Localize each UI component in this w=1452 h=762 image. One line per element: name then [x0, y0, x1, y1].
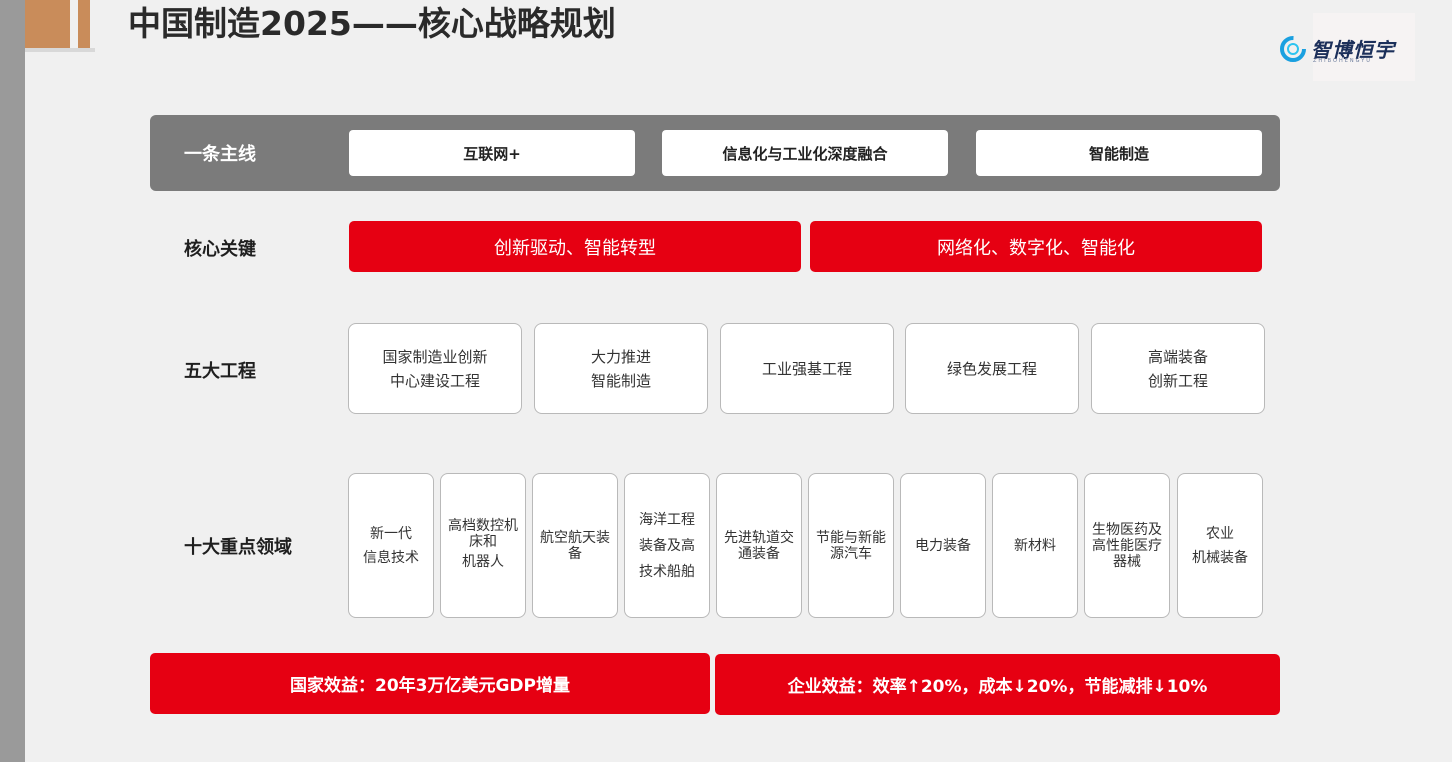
field-box: 海洋工程 装备及高 技术船舶 [624, 473, 710, 618]
field-line: 备 [568, 545, 582, 562]
field-line: 海洋工程 [639, 511, 695, 528]
field-line: 技术船舶 [639, 563, 695, 580]
field-box: 节能与新能 源汽车 [808, 473, 894, 618]
project-line: 国家制造业创新 [382, 347, 488, 366]
project-line: 绿色发展工程 [946, 359, 1037, 378]
field-line: 通装备 [738, 545, 780, 562]
field-line: 生物医药及 [1092, 521, 1162, 538]
field-line: 高性能医疗 [1092, 537, 1162, 554]
logo-subtitle: ZHIBOHENGYU [1313, 58, 1372, 64]
left-side-bar [0, 0, 25, 762]
field-box: 高档数控机 床和 机器人 [440, 473, 526, 618]
field-box: 新材料 [992, 473, 1078, 618]
project-line: 高端装备 [1147, 347, 1208, 366]
mainline-item-integration: 信息化与工业化深度融合 [662, 130, 948, 176]
project-box: 高端装备 创新工程 [1091, 323, 1265, 414]
project-line: 智能制造 [590, 371, 651, 390]
corner-decoration [25, 0, 70, 48]
project-line: 工业强基工程 [761, 359, 852, 378]
core-keys-label: 核心关键 [184, 239, 256, 260]
field-line: 床和 [469, 533, 497, 550]
project-line: 中心建设工程 [389, 371, 480, 390]
project-line: 创新工程 [1147, 371, 1208, 390]
core-key-digitalization: 网络化、数字化、智能化 [810, 221, 1262, 272]
project-box: 大力推进 智能制造 [534, 323, 708, 414]
field-line: 机器人 [462, 553, 504, 570]
field-line: 节能与新能 [816, 529, 886, 546]
corner-decoration-stripe [78, 0, 90, 48]
field-box: 生物医药及 高性能医疗 器械 [1084, 473, 1170, 618]
project-box: 国家制造业创新 中心建设工程 [348, 323, 522, 414]
national-benefit-banner: 国家效益：20年3万亿美元GDP增量 [150, 653, 710, 714]
enterprise-benefit-banner: 企业效益：效率↑20%，成本↓20%，节能减排↓10% [715, 654, 1280, 715]
field-line: 信息技术 [363, 549, 419, 566]
field-line: 新一代 [370, 525, 412, 542]
project-box: 工业强基工程 [720, 323, 894, 414]
mainline-item-internet-plus: 互联网+ [349, 130, 635, 176]
field-box: 电力装备 [900, 473, 986, 618]
field-line: 新材料 [1014, 537, 1056, 554]
page-title: 中国制造2025——核心战略规划 [128, 4, 616, 43]
five-projects-label: 五大工程 [184, 361, 256, 382]
field-line: 先进轨道交 [724, 529, 794, 546]
corner-decoration-shadow [25, 48, 95, 52]
mainline-item-smart-manufacturing: 智能制造 [976, 130, 1262, 176]
project-line: 大力推进 [590, 347, 651, 366]
field-line: 电力装备 [915, 537, 971, 554]
field-line: 航空航天装 [540, 529, 610, 546]
field-box: 农业 机械装备 [1177, 473, 1263, 618]
field-line: 器械 [1113, 553, 1141, 570]
field-line: 农业 [1206, 525, 1234, 542]
field-box: 航空航天装 备 [532, 473, 618, 618]
logo-swirl-icon [1280, 36, 1306, 62]
field-line: 高档数控机 [448, 517, 518, 534]
field-line: 装备及高 [639, 537, 695, 554]
field-line: 源汽车 [830, 545, 872, 562]
mainline-label: 一条主线 [184, 144, 256, 165]
mainline-band: 一条主线 互联网+ 信息化与工业化深度融合 智能制造 [150, 115, 1280, 191]
ten-fields-label: 十大重点领域 [184, 537, 292, 558]
field-box: 先进轨道交 通装备 [716, 473, 802, 618]
field-box: 新一代 信息技术 [348, 473, 434, 618]
core-key-innovation: 创新驱动、智能转型 [349, 221, 801, 272]
field-line: 机械装备 [1192, 549, 1248, 566]
project-box: 绿色发展工程 [905, 323, 1079, 414]
